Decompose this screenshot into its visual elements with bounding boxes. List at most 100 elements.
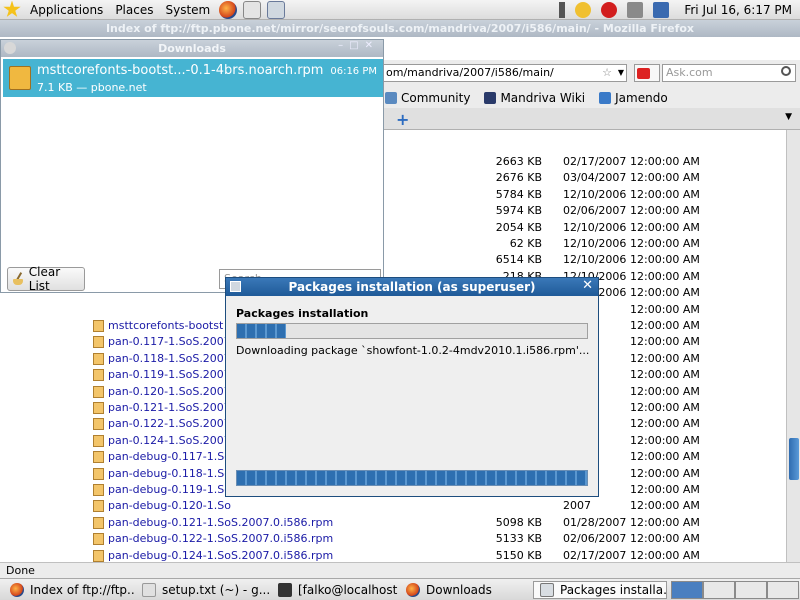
file-size: 5974 KB (495, 204, 542, 218)
package-progress-bar (236, 323, 588, 339)
file-date: 02/06/2007 (563, 204, 627, 218)
bookmark-jamendo[interactable]: Jamendo (599, 91, 668, 105)
task-firefox[interactable]: Index of ftp://ftp... (4, 581, 134, 599)
file-time: 12:00:00 AM (630, 204, 700, 218)
file-icon (93, 385, 104, 398)
file-link[interactable]: pan-debug-0.121-1.SoS.2007.0.i586.rpm (108, 516, 333, 529)
terminal-icon (278, 583, 292, 597)
file-time: 12:00:00 AM (630, 450, 700, 464)
file-link[interactable]: pan-debug-0.118-1.So (108, 467, 231, 480)
dropdown-tray-icon[interactable] (559, 2, 566, 18)
file-link[interactable]: pan-debug-0.119-1.So (108, 483, 231, 496)
system-menu[interactable]: System (159, 0, 216, 20)
file-icon (93, 516, 104, 529)
file-size: 5150 KB (495, 548, 542, 562)
new-tab-button[interactable]: + (396, 110, 409, 129)
tab-list-dropdown-icon[interactable]: ▼ (785, 112, 792, 122)
bookmark-community[interactable]: Community (385, 91, 470, 105)
mandriva-star-icon (484, 92, 497, 104)
download-item[interactable]: msttcorefonts-bootst...-0.1-4brs.noarch.… (3, 59, 383, 97)
file-icon (93, 352, 104, 365)
task-gedit[interactable]: setup.txt (~) - g... (136, 581, 270, 599)
clock[interactable]: Fri Jul 16, 6:17 PM (674, 3, 800, 17)
task-terminal[interactable]: [falko@localhost:... (272, 581, 398, 599)
overall-progress-bar (236, 470, 588, 486)
window-menu-icon[interactable] (230, 281, 241, 292)
workspace-4[interactable] (767, 581, 799, 599)
file-date: 02/17/2007 (563, 548, 627, 562)
file-time: 12:00:00 AM (630, 171, 700, 185)
bookmark-mandriva-wiki[interactable]: Mandriva Wiki (484, 91, 585, 105)
file-date: 12/10/2006 (563, 187, 627, 201)
file-link[interactable]: pan-0.117-1.SoS.2007. (108, 335, 234, 348)
file-icon (93, 549, 104, 562)
file-time: 12:00:00 AM (630, 302, 700, 316)
file-size: 2054 KB (495, 220, 542, 234)
file-link[interactable]: pan-0.120-1.SoS.2007. (108, 385, 234, 398)
email-launcher-icon[interactable] (243, 0, 262, 19)
applications-menu[interactable]: Applications (24, 0, 109, 20)
url-dropdown-icon[interactable]: ▼ (618, 65, 624, 81)
file-time: 12:00:00 AM (630, 187, 700, 201)
file-time: 12:00:00 AM (630, 351, 700, 365)
window-controls[interactable]: –□✕ (338, 40, 379, 51)
close-icon[interactable]: ✕ (582, 278, 593, 293)
scrollbar-thumb[interactable] (789, 438, 799, 480)
vertical-scrollbar[interactable] (786, 130, 800, 562)
listing-row: pan-debug-0.124-1.SoS.2007.0.i586.rpm 515… (0, 548, 786, 562)
file-link[interactable]: pan-0.122-1.SoS.2007. (108, 417, 234, 430)
file-date: 12/10/2006 (563, 220, 627, 234)
file-time: 12:00:00 AM (630, 433, 700, 447)
dialog-title[interactable]: Packages installation (as superuser) (226, 278, 598, 296)
file-size: 2676 KB (495, 171, 542, 185)
listing-row: pan-debug-0.122-1.SoS.2007.0.i586.rpm 513… (0, 531, 786, 547)
file-time: 12:00:00 AM (630, 532, 700, 546)
file-link[interactable]: pan-debug-0.122-1.SoS.2007.0.i586.rpm (108, 532, 333, 545)
task-packages[interactable]: Packages installa... (533, 581, 667, 599)
file-time: 12:00:00 AM (630, 155, 700, 168)
download-time: 06:16 PM (330, 66, 377, 77)
bookmark-star-icon[interactable]: ☆ (602, 65, 612, 81)
search-input[interactable]: Ask.com (662, 64, 796, 82)
workspace-switcher[interactable] (671, 581, 799, 599)
workspace-1[interactable] (671, 581, 703, 599)
volume-icon[interactable] (627, 2, 644, 18)
file-link[interactable]: msttcorefonts-bootst (108, 319, 223, 332)
downloads-title[interactable]: Downloads (1, 40, 383, 57)
firefox-title[interactable]: Index of ftp://ftp.pbone.net/mirror/seer… (0, 20, 800, 37)
file-link[interactable]: pan-debug-0.124-1.SoS.2007.0.i586.rpm (108, 549, 333, 562)
help-launcher-icon[interactable] (267, 0, 286, 19)
file-link[interactable]: pan-0.124-1.SoS.2007. (108, 434, 234, 447)
file-link[interactable]: pan-0.121-1.SoS.2007. (108, 401, 234, 414)
taskbar: Index of ftp://ftp... setup.txt (~) - g.… (0, 578, 800, 600)
places-menu[interactable]: Places (109, 0, 159, 20)
task-downloads[interactable]: Downloads (400, 581, 528, 599)
search-icon[interactable] (781, 66, 791, 76)
download-status-text: Downloading package `showfont-1.0.2-4mdv… (236, 344, 590, 357)
window-menu-icon[interactable] (4, 42, 16, 54)
file-icon (93, 500, 104, 513)
file-icon (93, 320, 104, 332)
network-icon[interactable] (653, 2, 670, 18)
file-size: 6514 KB (495, 253, 542, 267)
search-engine-button[interactable] (634, 64, 660, 82)
file-time: 12:00:00 AM (630, 515, 700, 529)
alert-icon[interactable] (601, 2, 618, 18)
url-field[interactable]: om/mandriva/2007/i586/main/ ☆ ▼ (383, 64, 627, 82)
workspace-2[interactable] (703, 581, 735, 599)
clear-list-button[interactable]: Clear List (7, 265, 85, 293)
file-link[interactable]: pan-debug-0.120-1.So (108, 499, 231, 512)
workspace-3[interactable] (735, 581, 767, 599)
search-placeholder: Ask.com (666, 66, 713, 79)
jamendo-icon (599, 92, 612, 104)
file-link[interactable]: pan-0.119-1.SoS.2007. (108, 368, 234, 381)
top-panel: Applications Places System Fri Jul 16, 6… (0, 0, 800, 20)
file-icon (93, 533, 104, 546)
updates-icon[interactable] (575, 2, 592, 18)
listing-row: pan-debug-0.121-1.SoS.2007.0.i586.rpm 509… (0, 515, 786, 531)
star-menu-icon[interactable] (3, 0, 21, 17)
firefox-launcher-icon[interactable] (219, 0, 238, 19)
community-icon (385, 92, 397, 104)
file-link[interactable]: pan-debug-0.117-1.So (108, 450, 231, 463)
file-link[interactable]: pan-0.118-1.SoS.2007. (108, 352, 234, 365)
